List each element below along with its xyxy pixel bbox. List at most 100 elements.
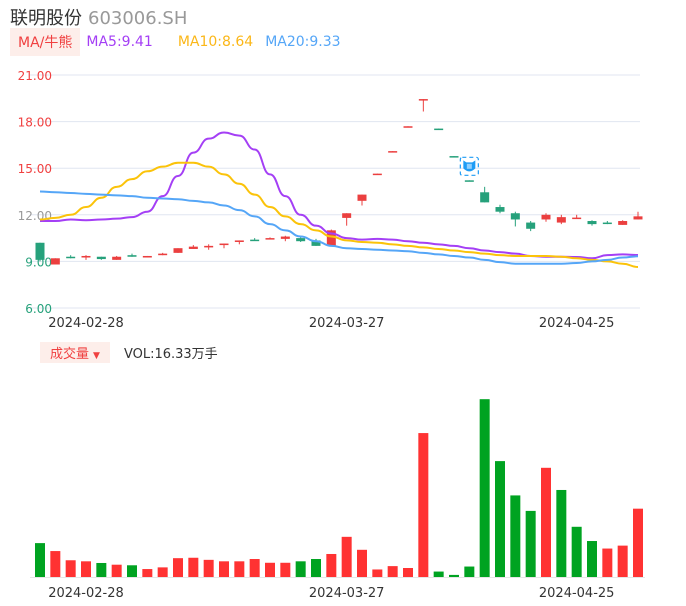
volume-bar [280, 562, 291, 577]
candle [434, 128, 444, 131]
volume-bar [326, 553, 337, 577]
volume-bar [81, 561, 91, 577]
volume-bar [495, 461, 505, 577]
candle-body [250, 239, 260, 242]
candle [127, 253, 137, 257]
candle-body [526, 222, 536, 229]
candle-body [81, 255, 91, 258]
candle-body [188, 246, 198, 249]
candle-body [495, 207, 505, 212]
candle-body [541, 214, 551, 220]
candle-body [219, 243, 229, 246]
candle [495, 204, 505, 214]
candle [280, 235, 290, 242]
volume-bar [525, 510, 536, 577]
volume-bar [464, 566, 475, 577]
candle [464, 180, 474, 182]
candle [296, 237, 306, 242]
candle [265, 237, 275, 240]
x-tick-label: 2024-04-25 [539, 586, 615, 601]
volume-bar [602, 548, 613, 577]
y-tick-label: 6.00 [25, 302, 52, 316]
candle-body [50, 258, 60, 265]
candle-body [403, 126, 413, 128]
x-tick-label: 2024-02-28 [48, 316, 124, 331]
candle-body [633, 216, 643, 220]
candle [35, 242, 45, 262]
volume-bar [418, 433, 429, 577]
volume-bar [633, 508, 643, 577]
candle-body [234, 240, 244, 242]
volume-bar [433, 571, 444, 577]
volume-bar [111, 564, 122, 577]
candle-body [296, 238, 306, 242]
candle [418, 99, 428, 112]
volume-bar [35, 543, 45, 577]
candle [188, 245, 198, 249]
candle-body [127, 255, 137, 257]
volume-bar [157, 567, 168, 577]
candle [526, 221, 536, 232]
volume-bar [387, 566, 398, 577]
candle-body [265, 238, 275, 240]
volume-bar [479, 399, 490, 577]
volume-bar [617, 545, 628, 577]
candle [449, 156, 459, 158]
volume-bar [219, 561, 229, 577]
candle-body [602, 222, 612, 225]
candle-body [464, 180, 474, 182]
volume-bar [541, 467, 551, 577]
candle [618, 220, 628, 225]
candle [572, 214, 582, 220]
candle [480, 186, 490, 203]
volume-bar [311, 559, 321, 577]
y-tick-label: 15.00 [18, 162, 52, 176]
volume-bar [173, 558, 183, 577]
candle [204, 244, 214, 250]
candle [219, 243, 229, 249]
candle [357, 194, 367, 206]
volume-bar [50, 551, 61, 577]
candle-body [556, 217, 566, 223]
candle [602, 221, 612, 225]
candle-body [587, 221, 597, 225]
volume-bar [571, 526, 582, 577]
ma-line-ma20 [39, 190, 639, 265]
volume-bar [203, 559, 214, 577]
volume-bar [587, 541, 597, 577]
candle [342, 213, 352, 226]
candle-body [142, 255, 152, 258]
volume-bar [556, 489, 567, 577]
candle [234, 240, 244, 245]
candle-body [280, 236, 290, 239]
candle-body [388, 151, 398, 153]
candle [388, 151, 398, 153]
volume-bar [357, 549, 367, 577]
candle-body [66, 256, 76, 259]
volume-bar [96, 562, 107, 577]
candle-body [618, 221, 628, 225]
candle-body [480, 192, 490, 203]
candle-body [572, 217, 582, 220]
candle [96, 256, 106, 260]
candle-body [342, 213, 352, 218]
candle [81, 255, 91, 260]
x-tick-label: 2024-03-27 [309, 316, 385, 331]
candle-body [434, 128, 444, 131]
candle-body [204, 245, 214, 248]
volume-bar [341, 536, 352, 577]
marker-glyph [466, 163, 472, 169]
candle-body [35, 242, 45, 260]
candle [142, 255, 152, 258]
volume-bar [127, 565, 137, 577]
candle-body [449, 156, 459, 158]
candle-body [510, 213, 520, 220]
volume-bar [65, 560, 76, 577]
volume-bar [234, 561, 245, 577]
candle-body [112, 256, 122, 260]
kline-chart[interactable]: 21.0018.0015.0012.009.006.002024-02-28 20… [0, 0, 686, 606]
candle [556, 214, 566, 225]
candle [158, 252, 168, 256]
candle-body [372, 173, 382, 176]
candle [50, 258, 60, 265]
